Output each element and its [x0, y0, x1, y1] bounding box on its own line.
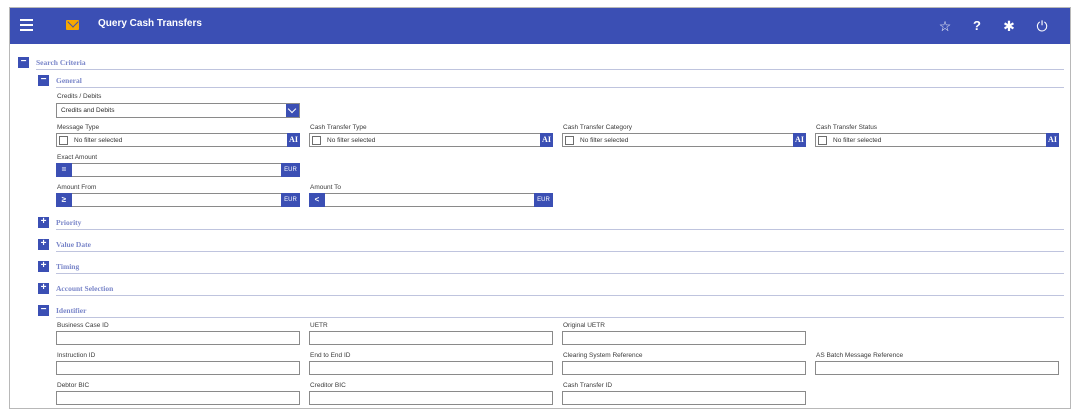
- amount-to-input[interactable]: < EUR: [309, 193, 553, 207]
- uetr-label: UETR: [310, 322, 328, 329]
- end-to-end-id-input[interactable]: [309, 361, 553, 375]
- collapse-icon[interactable]: −: [18, 57, 29, 68]
- instruction-id-input[interactable]: [56, 361, 300, 375]
- cash-transfer-type-label: Cash Transfer Type: [310, 124, 367, 131]
- section-account-selection[interactable]: + Account Selection: [38, 282, 1064, 296]
- divider: [56, 273, 1064, 274]
- collapse-icon[interactable]: −: [38, 75, 49, 86]
- divider: [56, 87, 1064, 88]
- cash-transfer-type-value: No filter selected: [327, 137, 376, 144]
- section-general: − General: [38, 74, 1064, 88]
- section-value-date[interactable]: + Value Date: [38, 238, 1064, 252]
- divider: [36, 69, 1064, 70]
- divider: [56, 317, 1064, 318]
- equals-operator-button[interactable]: =: [56, 163, 72, 177]
- creditor-bic-label: Creditor BIC: [310, 382, 346, 389]
- checkbox[interactable]: [312, 136, 321, 145]
- section-label: Account Selection: [56, 284, 114, 293]
- divider: [56, 229, 1064, 230]
- debtor-bic-input[interactable]: [56, 391, 300, 405]
- section-label: Priority: [56, 218, 82, 227]
- collapse-icon[interactable]: −: [38, 305, 49, 316]
- app-window: Query Cash Transfers ☆ ? ✱ ⏻ − Search Cr…: [9, 7, 1071, 409]
- expand-icon[interactable]: +: [38, 261, 49, 272]
- business-case-id-label: Business Case ID: [57, 322, 109, 329]
- business-case-id-input[interactable]: [56, 331, 300, 345]
- mail-icon[interactable]: [66, 20, 79, 30]
- page-title: Query Cash Transfers: [98, 18, 202, 29]
- uetr-input[interactable]: [309, 331, 553, 345]
- cash-transfer-type-field[interactable]: No filter selected AI: [309, 133, 553, 147]
- section-label: Identifier: [56, 306, 87, 315]
- section-search-criteria: − Search Criteria: [18, 56, 1064, 70]
- expand-icon[interactable]: +: [38, 217, 49, 228]
- section-timing[interactable]: + Timing: [38, 260, 1064, 274]
- amount-to-label: Amount To: [310, 184, 341, 191]
- greater-equal-operator-button[interactable]: ≥: [56, 193, 72, 207]
- top-bar: Query Cash Transfers ☆ ? ✱ ⏻: [10, 8, 1070, 44]
- cash-transfer-category-field[interactable]: No filter selected AI: [562, 133, 806, 147]
- message-type-value: No filter selected: [74, 137, 123, 144]
- message-type-label: Message Type: [57, 124, 100, 131]
- section-label: Value Date: [56, 240, 91, 249]
- end-to-end-id-label: End to End ID: [310, 352, 351, 359]
- star-icon[interactable]: ☆: [935, 16, 955, 36]
- help-icon[interactable]: ?: [967, 16, 987, 36]
- ai-button[interactable]: AI: [1046, 133, 1059, 147]
- credits-debits-label: Credits / Debits: [57, 93, 102, 100]
- credits-debits-value: Credits and Debits: [61, 107, 115, 114]
- section-label: Search Criteria: [36, 58, 86, 67]
- cash-transfer-id-label: Cash Transfer ID: [563, 382, 613, 389]
- exact-amount-input[interactable]: = EUR: [56, 163, 300, 177]
- amount-from-input[interactable]: ≥ EUR: [56, 193, 300, 207]
- section-priority[interactable]: + Priority: [38, 216, 1064, 230]
- menu-icon[interactable]: [20, 19, 33, 33]
- divider: [56, 295, 1064, 296]
- currency-badge: EUR: [281, 163, 300, 177]
- expand-icon[interactable]: +: [38, 283, 49, 294]
- chevron-down-icon[interactable]: [286, 104, 299, 117]
- cash-transfer-status-value: No filter selected: [833, 137, 882, 144]
- gear-icon[interactable]: ✱: [999, 16, 1019, 36]
- debtor-bic-label: Debtor BIC: [57, 382, 90, 389]
- cash-transfer-category-label: Cash Transfer Category: [563, 124, 633, 131]
- ai-button[interactable]: AI: [287, 133, 300, 147]
- ai-button[interactable]: AI: [540, 133, 553, 147]
- as-batch-message-reference-input[interactable]: [815, 361, 1059, 375]
- divider: [56, 251, 1064, 252]
- ai-button[interactable]: AI: [793, 133, 806, 147]
- clearing-system-reference-input[interactable]: [562, 361, 806, 375]
- power-icon[interactable]: ⏻: [1032, 16, 1052, 36]
- original-uetr-label: Original UETR: [563, 322, 605, 329]
- clearing-system-reference-label: Clearing System Reference: [563, 352, 643, 359]
- cash-transfer-status-label: Cash Transfer Status: [816, 124, 878, 131]
- message-type-field[interactable]: No filter selected AI: [56, 133, 300, 147]
- creditor-bic-input[interactable]: [309, 391, 553, 405]
- section-label: General: [56, 76, 82, 85]
- cash-transfer-status-field[interactable]: No filter selected AI: [815, 133, 1059, 147]
- expand-icon[interactable]: +: [38, 239, 49, 250]
- as-batch-message-reference-label: AS Batch Message Reference: [816, 352, 904, 359]
- currency-badge: EUR: [534, 193, 553, 207]
- section-identifier: − Identifier: [38, 304, 1064, 318]
- checkbox[interactable]: [59, 136, 68, 145]
- instruction-id-label: Instruction ID: [57, 352, 96, 359]
- less-than-operator-button[interactable]: <: [309, 193, 325, 207]
- currency-badge: EUR: [281, 193, 300, 207]
- cash-transfer-category-value: No filter selected: [580, 137, 629, 144]
- exact-amount-label: Exact Amount: [57, 154, 98, 161]
- checkbox[interactable]: [818, 136, 827, 145]
- credits-debits-select[interactable]: Credits and Debits: [56, 103, 300, 118]
- section-label: Timing: [56, 262, 80, 271]
- cash-transfer-id-input[interactable]: [562, 391, 806, 405]
- checkbox[interactable]: [565, 136, 574, 145]
- amount-from-label: Amount From: [57, 184, 97, 191]
- original-uetr-input[interactable]: [562, 331, 806, 345]
